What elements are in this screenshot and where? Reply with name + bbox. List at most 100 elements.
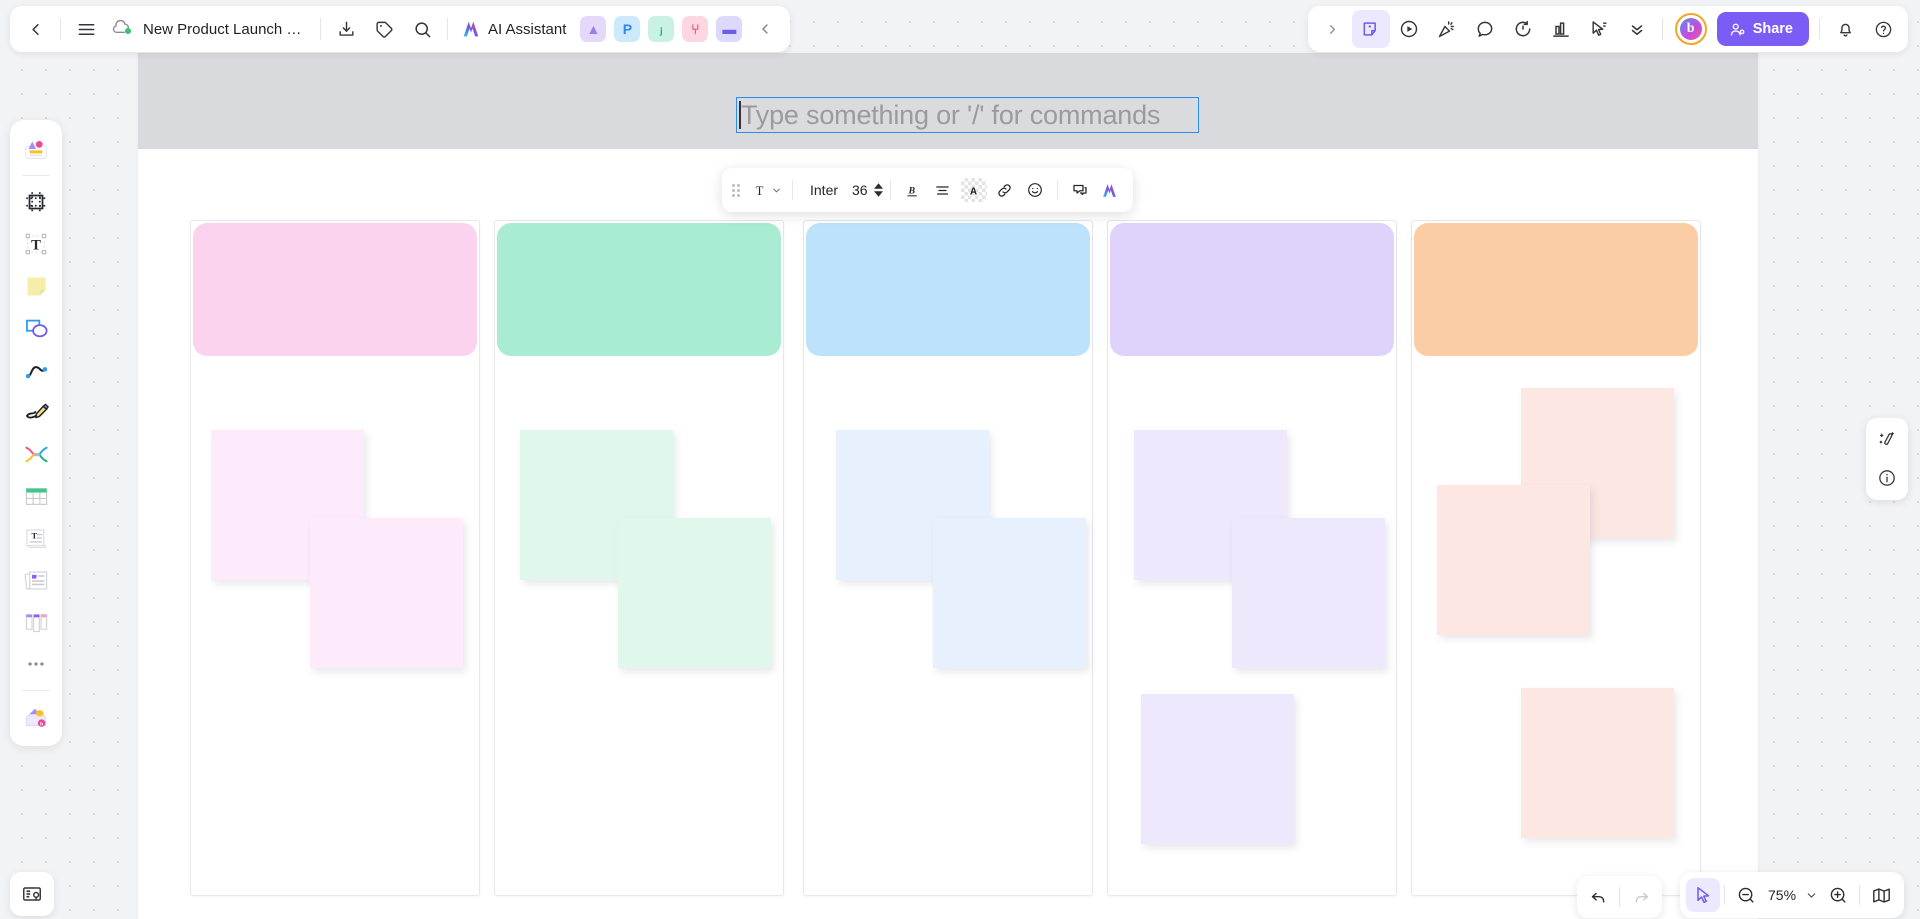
vote-chart-tool[interactable]: [1542, 10, 1580, 48]
font-size-input[interactable]: 36: [848, 182, 872, 198]
presentation-cursor-tool[interactable]: [1580, 10, 1618, 48]
menu-button[interactable]: [67, 10, 105, 48]
text-color-swatch[interactable]: A: [960, 178, 987, 202]
code-app-icon[interactable]: ⱼ: [648, 16, 675, 42]
pen-tool[interactable]: [16, 392, 56, 432]
ai-format-button[interactable]: [1095, 175, 1125, 205]
templates-tool[interactable]: [16, 129, 56, 169]
bold-button[interactable]: B: [898, 175, 928, 205]
avatar[interactable]: b: [1674, 13, 1707, 45]
sticky-note[interactable]: [1437, 485, 1590, 635]
svg-text:b: b: [40, 722, 43, 728]
frame-icon: [26, 192, 46, 212]
divider: [1056, 180, 1058, 200]
text-color-a-icon: A: [970, 186, 977, 197]
sticky-note-tool[interactable]: [1351, 10, 1390, 48]
asset-library-tool[interactable]: b: [16, 697, 56, 737]
tag-icon[interactable]: [365, 10, 403, 48]
shapes-icon: [25, 319, 48, 337]
download-icon[interactable]: [327, 10, 365, 48]
divider: [792, 180, 793, 200]
text-format-toolbar: T Inter 36 B A: [722, 168, 1133, 212]
more-tools-button[interactable]: [16, 644, 56, 684]
mindmap-app-icon[interactable]: ⑂: [682, 16, 709, 42]
curve-connector-tool[interactable]: [16, 434, 56, 474]
magic-wand-button[interactable]: [1870, 423, 1904, 457]
document-title[interactable]: New Product Launch Pla...: [139, 21, 314, 38]
sticker-button[interactable]: [1065, 175, 1095, 205]
sticky-note[interactable]: [1141, 694, 1294, 844]
chat-app-icon[interactable]: ▬: [716, 16, 743, 42]
drag-handle[interactable]: [732, 183, 740, 197]
frame-title-input[interactable]: Type something or '/' for commands: [736, 97, 1199, 133]
table-tool[interactable]: [16, 476, 56, 516]
column-header[interactable]: [1110, 223, 1394, 356]
confetti-tool[interactable]: [1428, 10, 1466, 48]
expand-tools-button[interactable]: [1314, 10, 1352, 48]
connector-icon: [25, 365, 47, 378]
collapse-apps-button[interactable]: [746, 10, 784, 48]
redo-icon: [1635, 892, 1648, 903]
font-size-stepper[interactable]: [873, 183, 883, 197]
stepper-up-icon: [873, 183, 883, 189]
zoom-in-icon: [1830, 887, 1846, 903]
presentation-app-icon[interactable]: P: [614, 16, 641, 42]
undo-button[interactable]: [1581, 880, 1615, 914]
share-button[interactable]: Share: [1716, 12, 1809, 46]
align-button[interactable]: [928, 175, 958, 205]
select-tool-button[interactable]: [1686, 878, 1720, 912]
column-header[interactable]: [193, 223, 477, 356]
text-card-tool[interactable]: T: [16, 518, 56, 558]
frame-tool[interactable]: [16, 182, 56, 222]
sticky-note[interactable]: [933, 518, 1086, 668]
ai-sparkle-icon: [1103, 183, 1116, 197]
board-navigator-button[interactable]: [10, 872, 54, 916]
divider: [1819, 18, 1820, 40]
sticky-note[interactable]: [618, 518, 771, 668]
text-color-button[interactable]: A: [958, 175, 990, 205]
help-icon[interactable]: [1864, 10, 1902, 48]
chevron-down-icon: [1807, 892, 1815, 898]
link-button[interactable]: [990, 175, 1020, 205]
info-button[interactable]: [1870, 461, 1904, 495]
text-style-dropdown[interactable]: T: [748, 175, 785, 205]
chevron-down-icon: [773, 188, 780, 192]
undo-icon: [1591, 892, 1604, 903]
document-tool[interactable]: [16, 560, 56, 600]
zoom-out-button[interactable]: [1729, 878, 1763, 912]
column-header[interactable]: [1414, 223, 1698, 356]
text-tool[interactable]: T: [16, 224, 56, 264]
divider: [447, 18, 448, 40]
image-app-icon[interactable]: ▲: [580, 16, 607, 42]
shapes-tool[interactable]: [16, 308, 56, 348]
kanban-tool[interactable]: [16, 602, 56, 642]
zoom-dropdown-button[interactable]: [1801, 878, 1821, 912]
zoom-in-button[interactable]: [1821, 878, 1855, 912]
share-label: Share: [1752, 21, 1793, 37]
search-icon[interactable]: [403, 10, 441, 48]
zoom-level-label[interactable]: 75%: [1763, 887, 1801, 903]
pen-icon: [25, 402, 49, 418]
font-family-select[interactable]: Inter: [800, 182, 848, 198]
undo-redo-group: [1577, 876, 1662, 918]
back-button[interactable]: [16, 10, 54, 48]
more-tools-button[interactable]: [1618, 10, 1656, 48]
emoji-button[interactable]: [1020, 175, 1050, 205]
sticky-note[interactable]: [310, 518, 463, 668]
ai-assistant-button[interactable]: AI Assistant: [454, 12, 576, 46]
sticky-note-tool[interactable]: [16, 266, 56, 306]
divider: [320, 18, 321, 40]
divider: [889, 180, 891, 200]
column-header[interactable]: [497, 223, 781, 356]
comment-tool[interactable]: [1466, 10, 1504, 48]
column-header[interactable]: [806, 223, 1090, 356]
sticky-note[interactable]: [1232, 518, 1385, 668]
play-circle-tool[interactable]: [1390, 10, 1428, 48]
timer-tool[interactable]: [1504, 10, 1542, 48]
redo-button[interactable]: [1624, 880, 1658, 914]
board-canvas[interactable]: Type something or '/' for commands: [0, 0, 1920, 919]
connector-tool[interactable]: [16, 350, 56, 390]
notifications-bell-icon[interactable]: [1826, 10, 1864, 48]
minimap-button[interactable]: [1864, 878, 1898, 912]
sticky-note[interactable]: [1521, 688, 1674, 838]
